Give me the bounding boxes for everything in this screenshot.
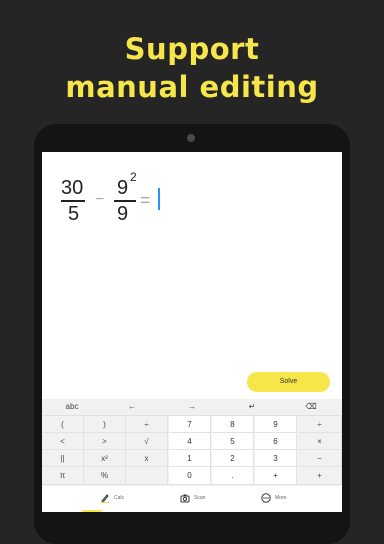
key-decimal[interactable]: . <box>212 467 254 485</box>
fraction-2-numerator: 9 <box>117 177 129 199</box>
key-7[interactable]: 7 <box>169 416 211 433</box>
key-greater-than[interactable]: > <box>84 433 126 450</box>
abc-toggle-key[interactable]: abc <box>57 399 87 415</box>
more-icon <box>261 493 271 503</box>
key-close-paren[interactable]: ) <box>84 416 126 433</box>
key-0[interactable]: 0 <box>169 467 211 485</box>
key-plus[interactable]: + <box>298 467 342 485</box>
solve-button[interactable]: Solve <box>247 372 330 392</box>
minus-operator: − <box>95 191 105 208</box>
key-5[interactable]: 5 <box>212 433 254 450</box>
key-2[interactable]: 2 <box>212 450 254 467</box>
fraction-1-bar <box>61 200 85 202</box>
key-fraction[interactable]: ÷ <box>126 416 168 433</box>
fraction-2-exponent: 2 <box>130 170 137 184</box>
nav-scan[interactable]: Scan <box>142 486 242 512</box>
fraction-1-denominator: 5 <box>68 203 80 225</box>
key-4[interactable]: 4 <box>169 433 211 450</box>
cursor-left-key[interactable]: ← <box>117 399 147 415</box>
key-percent[interactable]: % <box>84 467 126 485</box>
key-open-paren[interactable]: ( <box>42 416 84 433</box>
headline-line-2: manual editing <box>65 70 319 104</box>
fraction-1-numerator: 30 <box>61 177 84 199</box>
headline-text: Support manual editing <box>0 30 384 106</box>
fraction-2-denominator: 9 <box>117 203 129 225</box>
enter-key[interactable]: ↵ <box>237 399 267 415</box>
app-screen: 30 5 − 9 2 9 = Solve abc ← → ↵ ⌫ ( ) ÷ 7… <box>42 152 342 512</box>
key-6[interactable]: 6 <box>255 433 297 450</box>
nav-calc-label: Calc <box>114 495 125 501</box>
math-keyboard: abc ← → ↵ ⌫ ( ) ÷ 7 8 9 ÷ < > √ 4 5 6 × … <box>42 399 342 485</box>
nav-calc[interactable]: Calc <box>42 486 142 512</box>
nav-more-label: More <box>275 495 287 501</box>
equals-sign: = <box>140 190 151 210</box>
key-plus-mid[interactable]: + <box>255 467 297 485</box>
key-sqrt[interactable]: √ <box>126 433 168 450</box>
bottom-nav: Calc Scan More <box>42 485 342 512</box>
key-divide[interactable]: ÷ <box>298 416 342 433</box>
fraction-2-bar <box>114 200 136 202</box>
key-minus[interactable]: − <box>298 450 342 467</box>
camera-dot <box>187 134 195 142</box>
cursor-right-key[interactable]: → <box>177 399 207 415</box>
key-abs[interactable]: || <box>42 450 84 467</box>
key-pi[interactable]: π <box>42 467 84 485</box>
nav-scan-label: Scan <box>194 495 206 501</box>
key-blank[interactable] <box>126 467 168 485</box>
key-8[interactable]: 8 <box>212 416 254 433</box>
key-9[interactable]: 9 <box>255 416 297 433</box>
camera-icon <box>180 494 190 503</box>
nav-more[interactable]: More <box>242 486 342 512</box>
headline-line-1: Support <box>124 32 260 66</box>
expression-editor[interactable]: 30 5 − 9 2 9 = <box>42 152 342 232</box>
text-cursor <box>158 188 160 210</box>
key-1[interactable]: 1 <box>169 450 211 467</box>
key-less-than[interactable]: < <box>42 433 84 450</box>
backspace-key[interactable]: ⌫ <box>296 399 326 415</box>
key-multiply[interactable]: × <box>298 433 342 450</box>
keyboard-top-row: abc ← → ↵ ⌫ <box>42 399 342 416</box>
key-square[interactable]: x² <box>84 450 126 467</box>
key-x[interactable]: x <box>126 450 168 467</box>
pencil-icon <box>101 494 109 503</box>
key-3[interactable]: 3 <box>255 450 297 467</box>
